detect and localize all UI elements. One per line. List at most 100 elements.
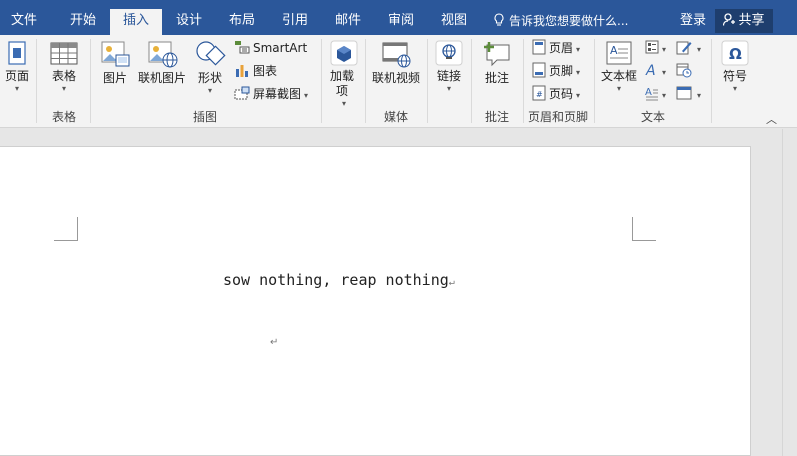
document-text-line[interactable]: sow nothing, reap nothing↵ bbox=[223, 271, 455, 289]
collapse-ribbon-icon[interactable]: ︿ bbox=[766, 111, 777, 127]
document-page[interactable]: sow nothing, reap nothing↵ ↵ bbox=[0, 146, 751, 456]
share-button[interactable]: 共享 bbox=[715, 9, 773, 33]
chevron-down-icon: ▾ bbox=[697, 45, 702, 54]
tab-file[interactable]: 文件 bbox=[0, 9, 48, 35]
document-sentence: sow nothing, reap nothing bbox=[223, 271, 449, 289]
smartart-label: SmartArt bbox=[253, 41, 308, 55]
chart-label: 图表 bbox=[253, 64, 278, 78]
person-icon bbox=[723, 13, 736, 26]
group-divider bbox=[365, 39, 366, 123]
chevron-down-icon: ▾ bbox=[14, 84, 19, 93]
page-number-button[interactable]: # 页码 ▾ bbox=[532, 84, 580, 104]
picture-button[interactable]: 图片 bbox=[98, 39, 132, 86]
symbol-button[interactable]: Ω 符号 ▾ bbox=[718, 39, 752, 94]
pages-label: 页面 bbox=[4, 69, 29, 83]
table-label: 表格 bbox=[51, 69, 76, 83]
drop-cap-icon: A bbox=[645, 87, 658, 101]
header-label: 页眉 bbox=[549, 41, 574, 55]
group-label-illustrations: 插图 bbox=[192, 110, 217, 124]
shapes-icon bbox=[196, 41, 226, 66]
chevron-down-icon: ▾ bbox=[576, 68, 581, 77]
quick-parts-button[interactable]: ▾ bbox=[645, 38, 666, 58]
group-divider bbox=[321, 39, 322, 123]
chevron-down-icon: ▾ bbox=[576, 45, 581, 54]
smartart-icon bbox=[235, 41, 250, 54]
chevron-down-icon: ▾ bbox=[207, 86, 212, 95]
title-tab-bar: 文件 开始 插入 设计 布局 引用 邮件 审阅 视图 告诉我您想要做什么... … bbox=[0, 0, 797, 35]
header-button[interactable]: 页眉 ▾ bbox=[532, 38, 580, 58]
quick-parts-icon bbox=[645, 40, 659, 54]
margin-corner-top-left bbox=[54, 217, 78, 241]
links-button[interactable]: 链接 ▾ bbox=[433, 39, 465, 94]
group-label-header-footer: 页眉和页脚 bbox=[527, 110, 588, 124]
tab-view[interactable]: 视图 bbox=[428, 9, 480, 35]
vertical-scrollbar[interactable] bbox=[782, 129, 797, 456]
tab-references[interactable]: 引用 bbox=[269, 9, 321, 35]
group-divider bbox=[594, 39, 595, 123]
date-time-button[interactable] bbox=[676, 61, 695, 81]
wordart-icon: A bbox=[645, 63, 656, 79]
lightbulb-icon bbox=[494, 13, 504, 26]
tell-me-box[interactable]: 告诉我您想要做什么... bbox=[493, 9, 628, 33]
svg-text:#: # bbox=[536, 90, 543, 99]
footer-icon bbox=[532, 62, 546, 78]
chart-button[interactable]: 图表 bbox=[234, 61, 277, 81]
page-number-icon: # bbox=[532, 85, 546, 101]
object-button[interactable]: ▾ bbox=[676, 84, 701, 104]
chevron-down-icon: ▾ bbox=[446, 84, 451, 93]
signature-line-button[interactable]: ▾ bbox=[676, 38, 701, 58]
tab-review[interactable]: 审阅 bbox=[375, 9, 427, 35]
online-video-button[interactable]: 联机视频 bbox=[370, 39, 422, 86]
date-time-icon bbox=[676, 63, 692, 78]
chevron-down-icon: ▾ bbox=[697, 91, 702, 100]
chevron-down-icon: ▾ bbox=[576, 91, 581, 100]
paragraph-mark: ↵ bbox=[448, 277, 455, 288]
online-video-label: 联机视频 bbox=[371, 71, 420, 85]
object-icon bbox=[676, 86, 692, 100]
pages-button[interactable]: 页面 ▾ bbox=[2, 39, 32, 94]
drop-cap-button[interactable]: A ▾ bbox=[645, 84, 666, 104]
shapes-label: 形状 bbox=[197, 71, 222, 85]
screenshot-button[interactable]: 屏幕截图 ▾ bbox=[234, 84, 308, 104]
footer-label: 页脚 bbox=[549, 64, 574, 78]
tab-insert[interactable]: 插入 bbox=[110, 9, 162, 35]
picture-label: 图片 bbox=[102, 71, 127, 85]
page-number-label: 页码 bbox=[549, 87, 574, 101]
chevron-down-icon: ▾ bbox=[662, 91, 667, 100]
share-label: 共享 bbox=[738, 13, 765, 28]
online-picture-icon bbox=[148, 41, 178, 68]
online-video-icon bbox=[382, 42, 411, 68]
shapes-button[interactable]: 形状 ▾ bbox=[193, 39, 227, 96]
chevron-down-icon: ▾ bbox=[732, 84, 737, 93]
tab-mailings[interactable]: 邮件 bbox=[322, 9, 374, 35]
tab-home[interactable]: 开始 bbox=[57, 9, 109, 35]
table-button[interactable]: 表格 ▾ bbox=[44, 39, 84, 94]
tab-design[interactable]: 设计 bbox=[163, 9, 215, 35]
new-comment-label: 批注 bbox=[484, 71, 509, 85]
ribbon-insert: 页面 ▾ 表格 ▾ 表格 图片 联机图片 形状 ▾ SmartArt 图表 屏幕… bbox=[0, 35, 797, 128]
textbox-button[interactable]: A 文本框 ▾ bbox=[599, 39, 639, 94]
smartart-button[interactable]: SmartArt bbox=[234, 38, 307, 58]
addins-button[interactable]: 加载项 ▾ bbox=[328, 39, 360, 109]
group-label-comments: 批注 bbox=[484, 110, 509, 124]
online-picture-button[interactable]: 联机图片 bbox=[136, 39, 188, 86]
page-icon bbox=[8, 41, 26, 65]
group-divider bbox=[471, 39, 472, 123]
wordart-button[interactable]: A ▾ bbox=[645, 61, 666, 81]
addins-label: 加载项 bbox=[329, 69, 354, 98]
tab-layout[interactable]: 布局 bbox=[216, 9, 268, 35]
textbox-label: 文本框 bbox=[600, 69, 637, 83]
footer-button[interactable]: 页脚 ▾ bbox=[532, 61, 580, 81]
group-divider bbox=[711, 39, 712, 123]
textbox-icon: A bbox=[606, 41, 632, 65]
empty-paragraph-mark: ↵ bbox=[270, 337, 279, 348]
svg-text:Ω: Ω bbox=[729, 45, 742, 63]
new-comment-button[interactable]: 批注 bbox=[478, 39, 516, 86]
comment-icon bbox=[484, 42, 510, 67]
tell-me-text: 告诉我您想要做什么... bbox=[509, 14, 629, 28]
addins-icon bbox=[330, 40, 358, 66]
document-area: sow nothing, reap nothing↵ ↵ bbox=[0, 129, 797, 456]
chevron-down-icon: ▾ bbox=[662, 45, 667, 54]
login-link[interactable]: 登录 bbox=[680, 9, 706, 33]
svg-text:A: A bbox=[645, 63, 656, 78]
